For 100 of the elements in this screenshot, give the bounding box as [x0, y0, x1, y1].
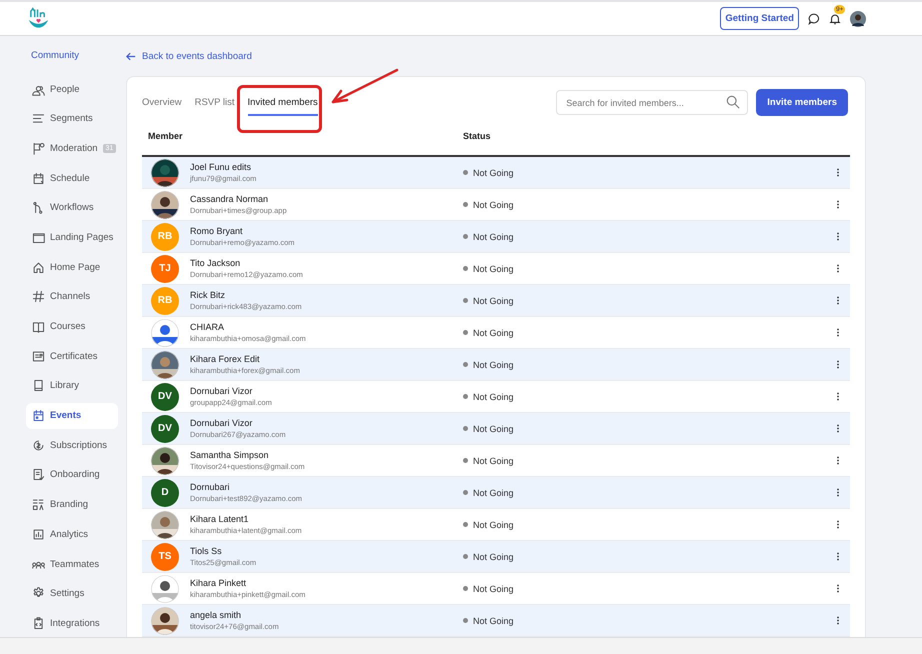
menu-item-icon — [32, 112, 45, 126]
sidebar-item[interactable]: Events — [26, 402, 118, 429]
menu-item-icon — [32, 142, 45, 155]
more-options-icon[interactable] — [836, 296, 840, 305]
menu-item-icon — [32, 320, 45, 333]
status-dot — [463, 202, 468, 207]
avatar: DV — [151, 414, 179, 442]
sidebar-item[interactable]: Teammates — [26, 551, 118, 577]
sidebar-item[interactable]: Landing Pages — [26, 224, 118, 250]
section-title: Community — [31, 50, 80, 61]
tab[interactable]: Invited members — [248, 93, 318, 116]
more-options-icon[interactable] — [836, 616, 840, 625]
more-options-icon[interactable] — [836, 488, 840, 497]
menu-item-icon — [32, 260, 45, 274]
menu-item-icon — [32, 201, 45, 214]
status-text: Not Going — [473, 296, 514, 306]
back-link[interactable]: Back to events dashboard — [126, 49, 866, 63]
status-dot — [463, 458, 468, 463]
sidebar-item[interactable]: Home Page — [26, 254, 118, 280]
sidebar-item[interactable]: Segments — [26, 106, 118, 132]
sidebar-item[interactable]: Analytics — [26, 521, 118, 548]
menu-item-icon — [32, 528, 45, 541]
more-options-icon[interactable] — [836, 552, 840, 561]
more-options-icon[interactable] — [836, 232, 840, 241]
bell-icon[interactable] — [829, 12, 841, 24]
status-text: Not Going — [473, 200, 514, 210]
menu-item-icon — [32, 498, 45, 512]
member-name: Kihara Pinkett — [190, 578, 248, 588]
more-options-icon[interactable] — [836, 360, 840, 369]
more-options-icon[interactable] — [836, 328, 840, 337]
sidebar-item[interactable]: Onboarding — [26, 462, 118, 488]
member-name: Kihara Forex Edit — [190, 354, 261, 364]
status-dot — [463, 586, 468, 591]
invite-members-button[interactable]: Invite members — [756, 89, 848, 116]
more-options-icon[interactable] — [836, 584, 840, 593]
member-name: Joel Funu edits — [190, 162, 252, 172]
column-header: Status — [463, 130, 491, 140]
status-text: Not Going — [473, 264, 514, 274]
menu-item-icon — [32, 409, 45, 422]
column-header: Member — [147, 130, 184, 140]
more-options-icon[interactable] — [836, 392, 840, 401]
avatar: RB — [151, 286, 179, 314]
getting-started-button[interactable]: Getting Started — [720, 7, 799, 30]
sidebar-item[interactable]: Subscriptions — [26, 432, 118, 458]
member-name: Tiols Ss — [190, 546, 223, 556]
more-options-icon[interactable] — [836, 520, 840, 529]
status-text: Not Going — [473, 552, 514, 562]
back-arrow-icon — [126, 52, 136, 60]
sidebar-item[interactable]: Certificates — [26, 343, 118, 370]
menu-item-icon — [32, 290, 45, 304]
member-name: Tito Jackson — [190, 258, 242, 268]
sidebar-item[interactable]: Workflows — [26, 194, 118, 221]
menu-item-icon — [32, 350, 45, 363]
status-text: Not Going — [473, 520, 514, 530]
status-text: Not Going — [473, 392, 514, 402]
search-icon — [726, 95, 740, 109]
menu-item-icon — [32, 468, 45, 482]
member-name: Samantha Simpson — [190, 450, 270, 460]
sidebar-item[interactable]: People — [26, 76, 118, 102]
sidebar-item[interactable]: Settings — [26, 580, 118, 607]
status-dot — [463, 266, 468, 271]
avatar: TS — [151, 542, 179, 570]
more-options-icon[interactable] — [836, 168, 840, 177]
member-name: Romo Bryant — [190, 226, 244, 236]
sidebar-item[interactable]: Channels — [26, 284, 118, 310]
chat-icon[interactable] — [808, 12, 820, 24]
avatar: RB — [151, 222, 179, 250]
status-text: Not Going — [473, 168, 514, 178]
hands-heart-logo[interactable] — [28, 6, 49, 30]
avatar: TJ — [151, 254, 179, 282]
sidebar-item[interactable]: Schedule — [26, 165, 118, 192]
status-dot — [463, 170, 468, 175]
status-dot — [463, 234, 468, 239]
more-options-icon[interactable] — [836, 456, 840, 465]
search-field[interactable]: Search for invited members... — [556, 90, 748, 115]
status-text: Not Going — [473, 232, 514, 242]
status-dot — [463, 426, 468, 431]
member-name: Cassandra Norman — [190, 194, 270, 204]
status-text: Not Going — [473, 456, 514, 466]
more-options-icon[interactable] — [836, 200, 840, 209]
sidebar-item[interactable]: Courses — [26, 314, 118, 340]
sidebar-item[interactable]: Library — [26, 372, 118, 399]
sidebar-item[interactable]: Integrations — [26, 610, 118, 636]
sidebar-item[interactable]: Branding — [26, 492, 118, 518]
member-name: Dornubari — [190, 482, 231, 492]
status-dot — [463, 298, 468, 303]
tab[interactable]: Overview — [142, 93, 195, 116]
menu-item-icon — [32, 438, 45, 452]
status-dot — [463, 394, 468, 399]
tab[interactable]: RSVP list — [194, 93, 248, 116]
status-dot — [463, 618, 468, 623]
more-options-icon[interactable] — [836, 264, 840, 273]
status-dot — [463, 330, 468, 335]
more-options-icon[interactable] — [836, 424, 840, 433]
status-dot — [463, 490, 468, 495]
menu-item-icon — [32, 172, 45, 185]
status-text: Not Going — [473, 488, 514, 498]
menu-item-icon — [32, 379, 45, 392]
member-name: Kihara Latent1 — [190, 514, 250, 524]
status-text: Not Going — [473, 360, 514, 370]
